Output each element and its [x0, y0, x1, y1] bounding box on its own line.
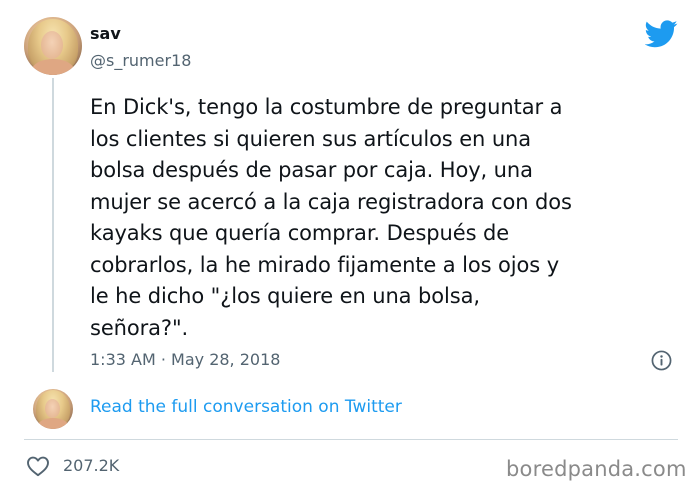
read-conversation-link[interactable]: Read the full conversation on Twitter [90, 397, 402, 417]
tweet-text: En Dick's, tengo la costumbre de pregunt… [90, 95, 572, 340]
divider [24, 439, 678, 440]
twitter-bird-icon[interactable] [645, 20, 678, 48]
author-handle[interactable]: @s_rumer18 [90, 51, 191, 70]
author-avatar[interactable] [24, 17, 82, 75]
avatar-shoulder [32, 59, 74, 75]
avatar-shoulder [38, 418, 68, 429]
conversation-avatar[interactable] [33, 389, 73, 429]
avatar-face [41, 31, 63, 59]
avatar-face [45, 399, 60, 418]
info-icon[interactable] [651, 350, 672, 371]
watermark: boredpanda.com [506, 457, 687, 481]
heart-icon[interactable] [26, 455, 50, 477]
author-name[interactable]: sav [90, 24, 121, 43]
thread-line [52, 78, 54, 372]
like-count: 207.2K [63, 456, 120, 475]
tweet-timestamp[interactable]: 1:33 AM · May 28, 2018 [90, 350, 280, 369]
